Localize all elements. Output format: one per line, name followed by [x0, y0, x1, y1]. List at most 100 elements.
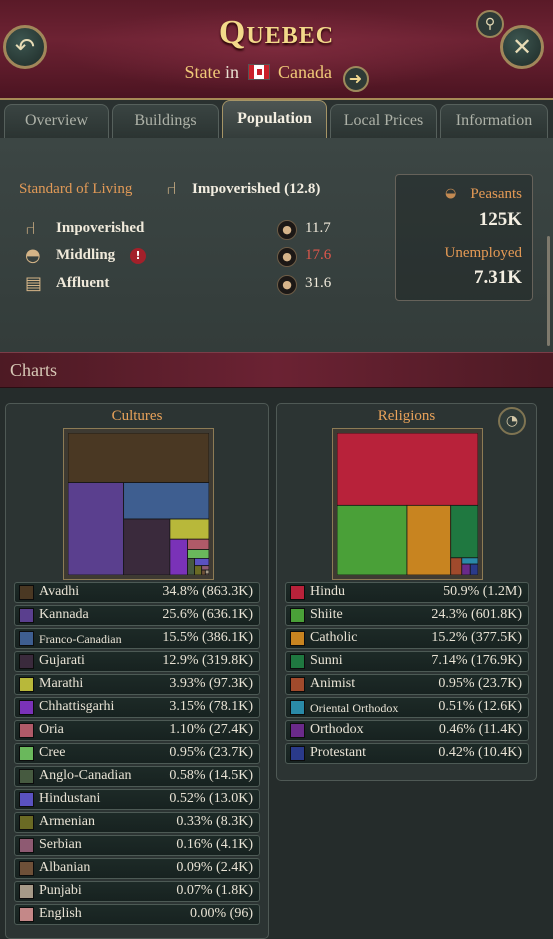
legend-value: 0.07% (1.8K): [176, 883, 253, 898]
legend-row-serbian[interactable]: Serbian 0.16% (4.1K): [14, 835, 260, 856]
legend-row-protestant[interactable]: Protestant 0.42% (10.4K): [285, 743, 529, 764]
legend-name: Anglo-Canadian: [39, 768, 132, 783]
treemap-cell-marathi[interactable]: [169, 518, 209, 540]
treemap-cell-hindu[interactable]: [337, 433, 478, 506]
treemap-cell-albanian[interactable]: [201, 569, 206, 575]
legend-row-hindu[interactable]: Hindu 50.9% (1.2M): [285, 582, 529, 603]
legend-row-english[interactable]: English 0.00% (96): [14, 904, 260, 925]
religions-treemap-svg: [337, 433, 478, 575]
treemap-cell-sunni[interactable]: [450, 504, 478, 559]
legend-row-kannada[interactable]: Kannada 25.6% (636.1K): [14, 605, 260, 626]
hat-icon: ◓: [25, 245, 41, 266]
treemap-cell-armenian[interactable]: [194, 565, 203, 575]
legend-swatch: [19, 861, 34, 876]
treemap-cell-oriental-orthodox[interactable]: [461, 557, 478, 565]
treemap-cell-franco-canadian[interactable]: [123, 482, 209, 520]
sol-hat-icon: ●: [277, 247, 297, 267]
strata-row-affluent[interactable]: ▤ Affluent ● 31.6: [25, 273, 345, 297]
legend-row-catholic[interactable]: Catholic 15.2% (377.5K): [285, 628, 529, 649]
country-link[interactable]: Canada: [278, 62, 332, 82]
state-subtitle: State in Canada ➜: [0, 62, 553, 92]
legend-row-chhattisgarhi[interactable]: Chhattisgarhi 3.15% (78.1K): [14, 697, 260, 718]
legend-row-orthodox[interactable]: Orthodox 0.46% (11.4K): [285, 720, 529, 741]
treemap-cell-cree[interactable]: [187, 549, 209, 559]
legend-name: English: [39, 906, 82, 921]
arrow-right-icon: ➜: [348, 69, 363, 88]
legend-name: Armenian: [39, 814, 95, 829]
legend-swatch: [290, 723, 305, 738]
legend-value: 34.8% (863.3K): [162, 584, 253, 599]
warning-icon[interactable]: !: [130, 248, 146, 264]
scrollbar[interactable]: [547, 236, 550, 346]
religions-treemap[interactable]: [332, 428, 483, 580]
legend-swatch: [290, 654, 305, 669]
treemap-cell-gujarati[interactable]: [123, 518, 171, 575]
treemap-cell-anglo-canadian[interactable]: [187, 558, 195, 575]
legend-value: 15.5% (386.1K): [162, 630, 253, 645]
legend-name: Gujarati: [39, 653, 85, 668]
legend-name: Shiite: [310, 607, 343, 622]
tab-buildings[interactable]: Buildings: [112, 104, 219, 138]
tab-population[interactable]: Population: [222, 100, 327, 138]
tab-overview[interactable]: Overview: [4, 104, 109, 138]
tab-bar: Overview Buildings Population Local Pric…: [0, 100, 553, 138]
legend-name: Oriental Orthodox: [310, 701, 399, 715]
legend-swatch: [19, 746, 34, 761]
pie-chart-toggle-button[interactable]: ◔: [498, 407, 526, 435]
legend-row-albanian[interactable]: Albanian 0.09% (2.4K): [14, 858, 260, 879]
treemap-cell-avadhi[interactable]: [68, 433, 209, 483]
treemap-cell-oria[interactable]: [187, 538, 209, 550]
legend-row-anglo-canadian[interactable]: Anglo-Canadian 0.58% (14.5K): [14, 766, 260, 787]
treemap-cell-orthodox[interactable]: [461, 563, 471, 575]
treemap-cell-kannada[interactable]: [68, 482, 125, 575]
legend-row-avadhi[interactable]: Avadhi 34.8% (863.3K): [14, 582, 260, 603]
legend-swatch: [290, 608, 305, 623]
treemap-cell-english[interactable]: [204, 573, 209, 575]
legend-row-punjabi[interactable]: Punjabi 0.07% (1.8K): [14, 881, 260, 902]
strata-value: 11.7: [305, 220, 331, 236]
legend-value: 7.14% (176.9K): [431, 653, 522, 668]
tab-information[interactable]: Information: [440, 104, 548, 138]
treemap-cell-shiite[interactable]: [337, 504, 408, 575]
state-type-label: State: [184, 62, 221, 82]
legend-row-animist[interactable]: Animist 0.95% (23.7K): [285, 674, 529, 695]
unemployed-label: Unemployed: [444, 245, 522, 261]
legend-row-marathi[interactable]: Marathi 3.93% (97.3K): [14, 674, 260, 695]
go-to-country-button[interactable]: ➜: [342, 66, 369, 92]
legend-row-franco-canadian[interactable]: Franco-Canadian 15.5% (386.1K): [14, 628, 260, 649]
legend-row-armenian[interactable]: Armenian 0.33% (8.3K): [14, 812, 260, 833]
treemap-cell-punjabi[interactable]: [204, 569, 209, 575]
legend-value: 50.9% (1.2M): [443, 584, 522, 599]
strata-name: Middling: [56, 247, 116, 263]
state-header: ↶ ⚲ ✕ Quebec State in Canada ➜: [0, 0, 553, 100]
legend-row-oriental-orthodox[interactable]: Oriental Orthodox 0.51% (12.6K): [285, 697, 529, 718]
legend-swatch: [290, 746, 305, 761]
treemap-cell-chhattisgarhi[interactable]: [169, 538, 188, 575]
tab-local-prices[interactable]: Local Prices: [330, 104, 437, 138]
treemap-cell-serbian[interactable]: [201, 565, 209, 571]
strata-row-impoverished[interactable]: ⑁ Impoverished ● 11.7: [25, 218, 345, 242]
legend-row-cree[interactable]: Cree 0.95% (23.7K): [14, 743, 260, 764]
treemap-cell-animist[interactable]: [450, 557, 463, 575]
cultures-title: Cultures: [111, 408, 163, 424]
strata-row-middling[interactable]: ◓ Middling ! ● 17.6: [25, 245, 345, 269]
legend-value: 25.6% (636.1K): [162, 607, 253, 622]
legend-name: Punjabi: [39, 883, 82, 898]
treemap-cell-protestant[interactable]: [469, 563, 478, 575]
legend-row-hindustani[interactable]: Hindustani 0.52% (13.0K): [14, 789, 260, 810]
legend-row-gujarati[interactable]: Gujarati 12.9% (319.8K): [14, 651, 260, 672]
legend-row-shiite[interactable]: Shiite 24.3% (601.8K): [285, 605, 529, 626]
legend-swatch: [19, 907, 34, 922]
legend-value: 3.93% (97.3K): [169, 676, 253, 691]
cultures-treemap[interactable]: [63, 428, 214, 580]
legend-name: Serbian: [39, 837, 82, 852]
legend-name: Sunni: [310, 653, 343, 668]
religions-panel: Religions ◔ Hindu 50.9% (1.2M) Shiite 24.3%…: [276, 403, 537, 781]
legend-swatch: [19, 792, 34, 807]
standard-of-living-panel: Standard of Living ⑁ Impoverished (12.8)…: [0, 138, 553, 352]
legend-value: 24.3% (601.8K): [431, 607, 522, 622]
treemap-cell-catholic[interactable]: [406, 504, 452, 575]
legend-row-oria[interactable]: Oria 1.10% (27.4K): [14, 720, 260, 741]
legend-row-sunni[interactable]: Sunni 7.14% (176.9K): [285, 651, 529, 672]
treemap-cell-hindustani[interactable]: [194, 558, 209, 567]
